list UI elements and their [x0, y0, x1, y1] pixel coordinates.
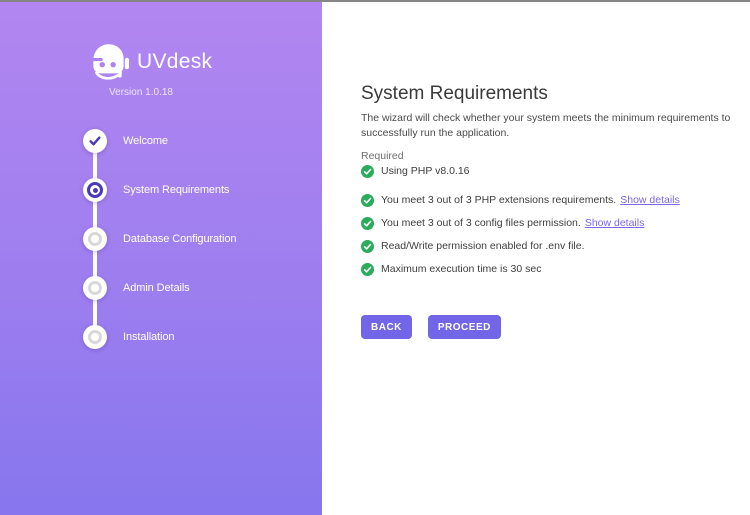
app-version: Version 1.0.18 — [109, 87, 173, 98]
back-button[interactable]: BACK — [361, 315, 412, 339]
step-label: System Requirements — [123, 184, 230, 196]
step-label: Welcome — [123, 135, 168, 147]
step-label: Installation — [123, 331, 175, 343]
ring-icon — [88, 232, 102, 246]
radio-ring-icon — [87, 182, 103, 198]
step-system-requirements: System Requirements — [83, 178, 229, 202]
step-database-configuration: Database Configuration — [83, 227, 236, 251]
requirement-row-execution-time: Maximum execution time is 30 sec — [361, 262, 680, 276]
requirement-text: Maximum execution time is 30 sec — [381, 263, 542, 275]
headset-agent-icon — [90, 44, 129, 80]
required-section-label: Required — [361, 150, 404, 162]
success-check-icon — [361, 262, 374, 276]
show-details-link-config[interactable]: Show details — [585, 217, 645, 229]
show-details-link-extensions[interactable]: Show details — [620, 194, 680, 206]
step-marker-pending — [83, 276, 107, 300]
step-marker-pending — [83, 227, 107, 251]
requirement-text: You meet 3 out of 3 config files permiss… — [381, 217, 581, 229]
wizard-sidebar: UVdesk Version 1.0.18 Welcome System Req… — [0, 0, 322, 515]
check-icon — [89, 136, 101, 146]
step-welcome: Welcome — [83, 129, 168, 153]
step-marker-pending — [83, 325, 107, 349]
requirement-row-php-version: Using PHP v8.0.16 — [361, 164, 680, 178]
step-marker-active — [83, 178, 107, 202]
requirements-list: Using PHP v8.0.16 You meet 3 out of 3 PH… — [361, 164, 680, 285]
requirement-text: Read/Write permission enabled for .env f… — [381, 240, 585, 252]
requirement-row-config-permissions: You meet 3 out of 3 config files permiss… — [361, 216, 680, 230]
step-label: Database Configuration — [123, 233, 237, 245]
step-label: Admin Details — [123, 282, 190, 294]
success-check-icon — [361, 239, 374, 253]
step-installation: Installation — [83, 325, 174, 349]
ring-icon — [88, 281, 102, 295]
requirement-text: Using PHP v8.0.16 — [381, 165, 470, 177]
page-description: The wizard will check whether your syste… — [361, 112, 731, 139]
success-check-icon — [361, 164, 374, 178]
step-marker-completed — [83, 129, 107, 153]
page-title: System Requirements — [361, 83, 548, 104]
wizard-actions: BACK PROCEED — [361, 315, 501, 339]
requirement-row-env-permission: Read/Write permission enabled for .env f… — [361, 239, 680, 253]
step-admin-details: Admin Details — [83, 276, 190, 300]
install-wizard-window: UVdesk Version 1.0.18 Welcome System Req… — [0, 0, 750, 515]
requirement-row-php-extensions: You meet 3 out of 3 PHP extensions requi… — [361, 193, 680, 207]
proceed-button[interactable]: PROCEED — [427, 315, 501, 339]
success-check-icon — [361, 216, 374, 230]
success-check-icon — [361, 193, 374, 207]
ring-icon — [88, 330, 102, 344]
window-top-border — [0, 0, 750, 2]
brand-name: UVdesk — [137, 50, 213, 73]
requirement-text: You meet 3 out of 3 PHP extensions requi… — [381, 194, 617, 206]
